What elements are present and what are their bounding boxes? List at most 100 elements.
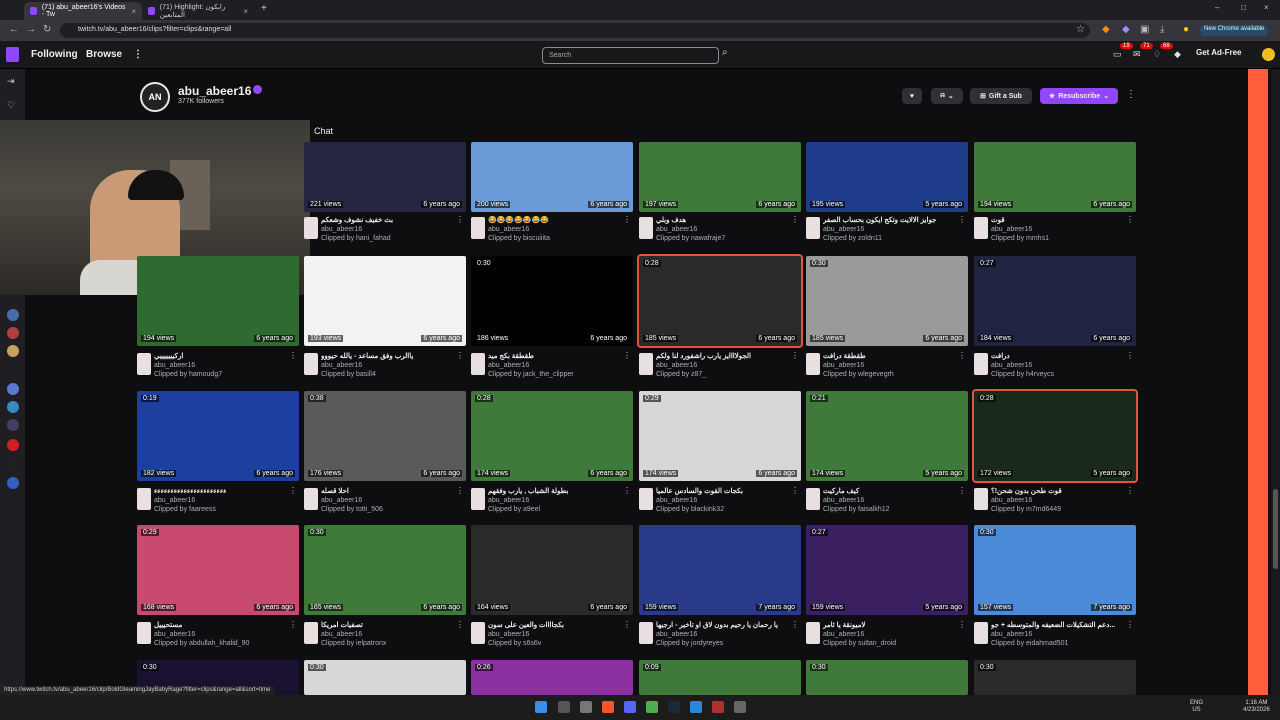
new-chrome-available-button[interactable]: New Chrome available — [1200, 25, 1269, 36]
clip-thumbnail[interactable]: 195 views 5 years ago — [806, 142, 968, 212]
clip-thumbnail[interactable]: 164 views 6 years ago — [471, 525, 633, 615]
clip-clipped-by[interactable]: Clipped by h4rveycs — [991, 371, 1054, 378]
clip-clipped-by[interactable]: Clipped by blackink32 — [656, 506, 724, 513]
clip-more-icon[interactable]: ⋮ — [958, 215, 966, 224]
clip-clipped-by[interactable]: Clipped by zoldn11 — [823, 235, 882, 242]
follow-heart-button[interactable]: ♥ — [902, 88, 922, 104]
clip-thumbnail[interactable]: 0:30 — [304, 660, 466, 695]
channel-avatar[interactable] — [974, 353, 988, 375]
clip-channel[interactable]: abu_abeer16 — [823, 497, 864, 504]
clip-clipped-by[interactable]: Clipped by mmhs1 — [991, 235, 1049, 242]
channel-avatar[interactable] — [304, 217, 318, 239]
clip-clipped-by[interactable]: Clipped by biscuiiita — [488, 235, 550, 242]
back-icon[interactable]: ← — [9, 24, 19, 35]
clip-channel[interactable]: abu_abeer16 — [488, 362, 529, 369]
notification-toggle-button[interactable]: ⍾ ⌄ — [931, 88, 963, 104]
clip-thumbnail[interactable]: 159 views 7 years ago — [639, 525, 801, 615]
channel-avatar[interactable] — [639, 353, 653, 375]
minimize-icon[interactable]: – — [1215, 3, 1219, 12]
clip-more-icon[interactable]: ⋮ — [1126, 351, 1134, 360]
clip-thumbnail[interactable]: 0:26 — [471, 660, 633, 695]
sidebar-channel-avatar[interactable] — [7, 439, 19, 451]
clip-title[interactable]: قوت — [991, 216, 1121, 224]
channel-avatar[interactable] — [304, 353, 318, 375]
clip-channel[interactable]: abu_abeer16 — [823, 226, 864, 233]
chrome-icon[interactable] — [646, 701, 658, 713]
clip-more-icon[interactable]: ⋮ — [791, 620, 799, 629]
app-icon[interactable] — [734, 701, 746, 713]
channel-avatar[interactable] — [639, 217, 653, 239]
clip-clipped-by[interactable]: Clipped by wlegevegrh — [823, 371, 894, 378]
sidebar-channel-avatar[interactable] — [7, 419, 19, 431]
clip-thumbnail[interactable]: 0:30 185 views 6 years ago — [806, 256, 968, 346]
more-options-icon[interactable]: ⋮ — [1126, 89, 1136, 100]
extensions-puzzle-icon[interactable]: ▣ — [1140, 24, 1149, 35]
followed-channels-icon[interactable]: ♡ — [7, 100, 15, 111]
clip-title[interactable]: تصفيات امريكا — [321, 621, 451, 629]
channel-avatar[interactable] — [639, 488, 653, 510]
clip-clipped-by[interactable]: Clipped by jack_the_clipper — [488, 371, 574, 378]
clip-channel[interactable]: abu_abeer16 — [991, 631, 1032, 638]
channel-avatar[interactable] — [137, 622, 151, 644]
channel-avatar[interactable] — [806, 353, 820, 375]
clip-clipped-by[interactable]: Clipped by abdullah_khalid_90 — [154, 640, 249, 647]
windows-start-icon[interactable] — [535, 701, 547, 713]
clip-thumbnail[interactable]: 0:30 — [974, 660, 1136, 695]
channel-avatar[interactable] — [471, 488, 485, 510]
clip-clipped-by[interactable]: Clipped by z87_ — [656, 371, 706, 378]
clip-clipped-by[interactable]: Clipped by hamoudg7 — [154, 371, 222, 378]
sidebar-channel-avatar[interactable] — [7, 345, 19, 357]
clip-channel[interactable]: abu_abeer16 — [656, 497, 697, 504]
clip-thumbnail[interactable]: 0:28 185 views 6 years ago — [637, 254, 803, 348]
channel-avatar[interactable] — [471, 622, 485, 644]
clip-title[interactable]: اركيييييييي — [154, 352, 284, 360]
clip-thumbnail[interactable]: 0:21 174 views 5 years ago — [806, 391, 968, 481]
clip-channel[interactable]: abu_abeer16 — [321, 631, 362, 638]
clip-channel[interactable]: abu_abeer16 — [488, 631, 529, 638]
clip-thumbnail[interactable]: 0:30 186 views 6 years ago — [471, 256, 633, 346]
download-icon[interactable]: ⤓ — [1160, 24, 1164, 35]
clip-thumbnail[interactable]: 0:29 174 views 6 years ago — [639, 391, 801, 481]
clip-channel[interactable]: abu_abeer16 — [488, 497, 529, 504]
clip-title[interactable]: بكجات القوت والسادس عالميا — [656, 487, 786, 495]
clip-title[interactable]: كيف ماركيت — [823, 487, 953, 495]
clip-more-icon[interactable]: ⋮ — [791, 486, 799, 495]
clip-title[interactable]: ياالرب وفق مساعد - يالله حيووو — [321, 352, 451, 360]
steam-icon[interactable] — [668, 701, 680, 713]
discord-icon[interactable] — [624, 701, 636, 713]
clip-clipped-by[interactable]: Clipped by jordyreyes — [656, 640, 723, 647]
app-icon[interactable] — [712, 701, 724, 713]
clip-clipped-by[interactable]: Clipped by faareess — [154, 506, 216, 513]
clip-more-icon[interactable]: ⋮ — [623, 351, 631, 360]
clip-channel[interactable]: abu_abeer16 — [823, 362, 864, 369]
clip-channel[interactable]: abu_abeer16 — [488, 226, 529, 233]
brave-browser-icon[interactable] — [602, 701, 614, 713]
search-input[interactable]: Search — [542, 47, 719, 64]
clip-title[interactable]: بطولة الشباب , يارب وفقهم — [488, 487, 618, 495]
channel-avatar[interactable] — [974, 622, 988, 644]
browse-link[interactable]: Browse — [86, 49, 122, 60]
clip-more-icon[interactable]: ⋮ — [958, 351, 966, 360]
channel-avatar[interactable] — [974, 488, 988, 510]
clip-title[interactable]: مستحيييل — [154, 621, 284, 629]
whispers-icon[interactable]: ✉ — [1133, 49, 1141, 60]
clip-more-icon[interactable]: ⋮ — [623, 215, 631, 224]
clock[interactable]: 1:16 AM 4/23/2026 — [1243, 700, 1270, 714]
profile-avatar-icon[interactable]: ● — [1183, 24, 1189, 35]
clip-thumbnail[interactable]: 0:29 168 views 6 years ago — [137, 525, 299, 615]
task-view-icon[interactable] — [580, 701, 592, 713]
user-avatar[interactable] — [1262, 48, 1275, 61]
clip-thumbnail[interactable]: 0:27 159 views 5 years ago — [806, 525, 968, 615]
clip-more-icon[interactable]: ⋮ — [289, 351, 297, 360]
clip-thumbnail[interactable]: 200 views 6 years ago — [471, 142, 633, 212]
bookmark-star-icon[interactable]: ☆ — [1076, 24, 1085, 35]
reload-icon[interactable]: ↻ — [43, 24, 51, 35]
tab-videos[interactable]: (71) abu_abeer16's Videos - Tw × — [24, 2, 142, 20]
clip-channel[interactable]: abu_abeer16 — [656, 631, 697, 638]
channel-avatar[interactable] — [471, 353, 485, 375]
clip-more-icon[interactable]: ⋮ — [958, 620, 966, 629]
clip-thumbnail[interactable]: 0:30 — [806, 660, 968, 695]
clip-more-icon[interactable]: ⋮ — [958, 486, 966, 495]
clip-title[interactable]: هدف وبلي — [656, 216, 786, 224]
clip-clipped-by[interactable]: Clipped by totti_506 — [321, 506, 383, 513]
